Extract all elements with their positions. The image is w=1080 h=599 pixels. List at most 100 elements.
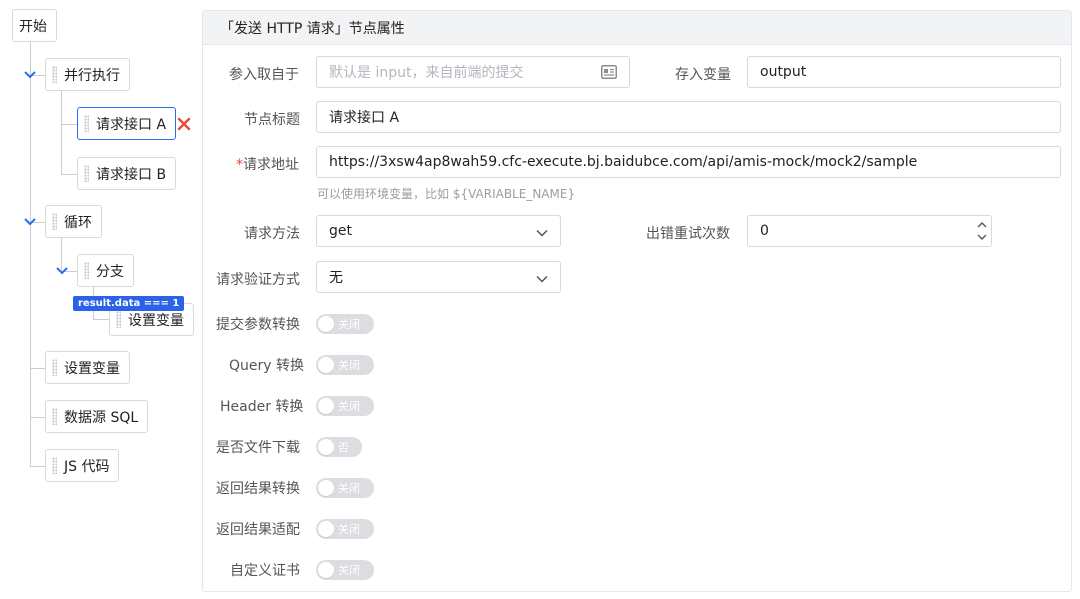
tree-node-label: 并行执行 (64, 67, 120, 84)
auth-method-value: 无 (329, 270, 343, 286)
chevron-down-icon[interactable] (23, 215, 37, 229)
query-transform-toggle[interactable]: 关闭 (316, 355, 374, 375)
request-url-label: *请求地址 (236, 154, 299, 174)
required-mark: * (236, 157, 243, 173)
submit-param-transform-toggle[interactable]: 关闭 (316, 314, 374, 334)
retry-count-stepper[interactable]: 0 (747, 215, 992, 247)
tree-node-js-code[interactable]: JS 代码 (45, 449, 120, 482)
auth-method-label: 请求验证方式 (216, 272, 300, 288)
tree-node-label: 数据源 SQL (64, 409, 139, 426)
tree-node-set-variable[interactable]: 设置变量 (45, 351, 130, 384)
close-icon[interactable] (176, 116, 192, 132)
retry-count-value: 0 (760, 223, 769, 239)
tree-connector (30, 466, 46, 467)
file-download-toggle[interactable]: 否 (316, 437, 362, 457)
request-url-input[interactable]: https://3xsw4ap8wah59.cfc-execute.bj.bai… (316, 146, 1061, 178)
param-source-input[interactable]: 默认是 input，来自前端的提交 (316, 56, 630, 88)
tree-node-label: 分支 (96, 263, 124, 280)
request-url-label-text: 请求地址 (243, 157, 299, 173)
request-method-label: 请求方法 (244, 226, 300, 242)
drag-handle-icon[interactable] (84, 115, 89, 132)
stepper-arrows-icon[interactable] (975, 218, 989, 244)
header-transform-toggle[interactable]: 关闭 (316, 396, 374, 416)
toggle-knob (318, 521, 334, 537)
toggle-knob (318, 562, 334, 578)
toggle-state: 否 (338, 441, 349, 454)
tree-node-branch[interactable]: 分支 (77, 254, 134, 287)
tree-connector (61, 91, 62, 174)
tree-connector (61, 174, 77, 175)
node-properties-panel: 「发送 HTTP 请求」节点属性 (202, 10, 1072, 592)
tree-node-start[interactable]: 开始 (12, 9, 57, 42)
chevron-down-icon[interactable] (55, 264, 69, 278)
tree-node-label: 设置变量 (128, 312, 184, 329)
drag-handle-icon[interactable] (84, 165, 89, 182)
node-title-label: 节点标题 (244, 112, 300, 128)
tree-node-label: JS 代码 (64, 458, 110, 475)
id-card-icon[interactable] (601, 65, 617, 83)
toggle-knob (318, 480, 334, 496)
tree-node-label: 设置变量 (64, 360, 120, 377)
drag-handle-icon[interactable] (84, 262, 89, 279)
drag-handle-icon[interactable] (52, 457, 57, 474)
toggle-state: 关闭 (338, 359, 360, 372)
store-variable-value: output (760, 64, 807, 80)
toggle-label: 提交参数转换 (216, 317, 300, 333)
drag-handle-icon[interactable] (116, 311, 121, 328)
tree-connector (30, 42, 31, 467)
toggle-knob (318, 357, 334, 373)
retry-count-label: 出错重试次数 (646, 226, 730, 242)
store-variable-label: 存入变量 (675, 67, 731, 83)
request-method-select[interactable]: get (316, 215, 561, 247)
tree-node-label: 循环 (64, 214, 92, 231)
toggle-state: 关闭 (338, 523, 360, 536)
response-transform-toggle[interactable]: 关闭 (316, 478, 374, 498)
request-url-hint: 可以使用环境变量，比如 ${VARIABLE_NAME} (317, 187, 576, 201)
drag-handle-icon[interactable] (52, 408, 57, 425)
flow-tree: 开始 并行执行 请求接口 A 请求接口 B 循环 分支 设置变量 result.… (0, 0, 200, 599)
chevron-down-icon (536, 272, 548, 288)
chevron-down-icon[interactable] (23, 68, 37, 82)
node-title-value: 请求接口 A (329, 110, 400, 126)
tree-connector (30, 368, 46, 369)
drag-handle-icon[interactable] (52, 66, 57, 83)
request-method-value: get (329, 223, 352, 239)
tree-node-parallel[interactable]: 并行执行 (45, 58, 130, 91)
condition-badge[interactable]: result.data === 1 (73, 296, 185, 311)
toggle-state: 关闭 (338, 400, 360, 413)
tree-node-datasource-sql[interactable]: 数据源 SQL (45, 400, 149, 433)
drag-handle-icon[interactable] (52, 359, 57, 376)
store-variable-input[interactable]: output (747, 56, 1061, 88)
toggle-label: Header 转换 (220, 399, 304, 415)
drag-handle-icon[interactable] (52, 213, 57, 230)
toggle-knob (318, 439, 334, 455)
toggle-knob (318, 316, 334, 332)
toggle-label: 是否文件下载 (216, 440, 300, 456)
tree-node-label: 请求接口 A (96, 116, 167, 133)
tree-node-api-a[interactable]: 请求接口 A (77, 107, 177, 140)
toggle-state: 关闭 (338, 564, 360, 577)
tree-node-loop[interactable]: 循环 (45, 205, 102, 238)
custom-certificate-toggle[interactable]: 关闭 (316, 560, 374, 580)
tree-connector (93, 319, 110, 320)
toggle-label: 返回结果适配 (216, 522, 300, 538)
tree-node-label: 请求接口 B (96, 166, 167, 183)
toggle-state: 关闭 (338, 482, 360, 495)
tree-node-api-b[interactable]: 请求接口 B (77, 157, 177, 190)
panel-title: 「发送 HTTP 请求」节点属性 (203, 11, 1071, 45)
toggle-label: 返回结果转换 (216, 481, 300, 497)
toggle-state: 关闭 (338, 318, 360, 331)
tree-connector (61, 124, 77, 125)
tree-node-label: 开始 (19, 18, 47, 35)
toggle-knob (318, 398, 334, 414)
auth-method-select[interactable]: 无 (316, 261, 561, 293)
request-url-value: https://3xsw4ap8wah59.cfc-execute.bj.bai… (329, 154, 918, 170)
param-source-placeholder: 默认是 input，来自前端的提交 (329, 65, 524, 81)
toggle-label: 自定义证书 (230, 563, 300, 579)
node-title-input[interactable]: 请求接口 A (316, 101, 1061, 133)
toggle-label: Query 转换 (229, 358, 304, 374)
chevron-down-icon (536, 226, 548, 242)
param-source-label: 参入取自于 (229, 67, 299, 83)
tree-connector (30, 417, 46, 418)
response-adaptor-toggle[interactable]: 关闭 (316, 519, 374, 539)
